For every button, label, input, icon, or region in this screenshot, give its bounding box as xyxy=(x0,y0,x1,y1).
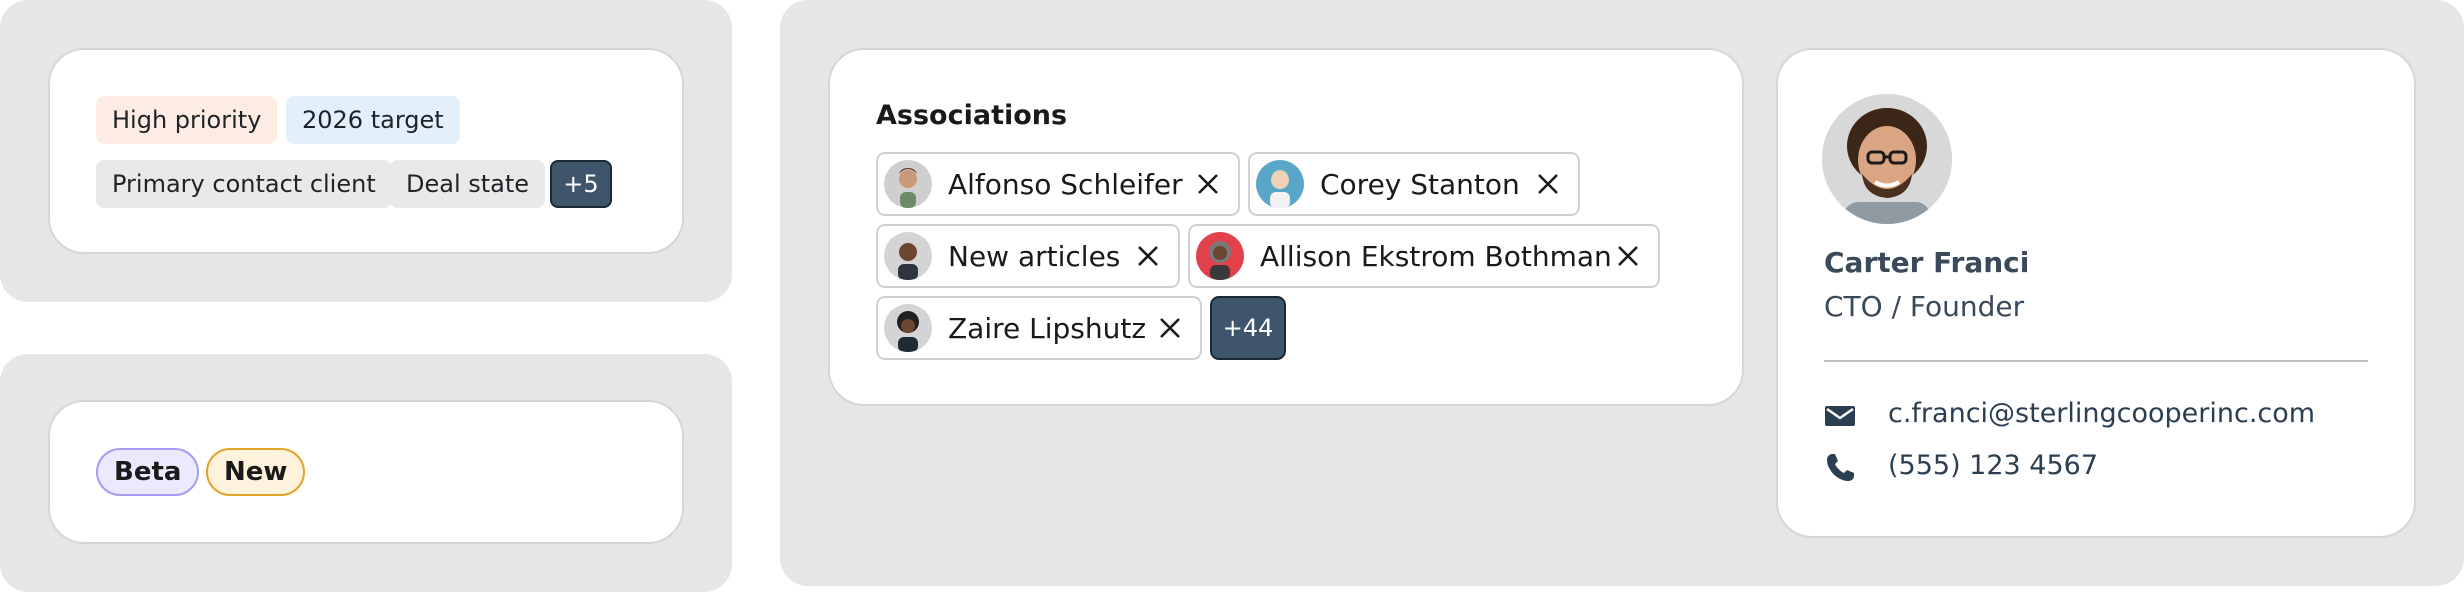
email-link[interactable]: c.franci@sterlingcooperinc.com xyxy=(1888,398,2315,429)
association-chip[interactable]: Corey Stanton xyxy=(1248,152,1580,216)
associations-more-badge[interactable]: +44 xyxy=(1210,296,1286,360)
association-chip[interactable]: New articles xyxy=(876,224,1180,288)
avatar xyxy=(884,232,932,280)
badge-new: New xyxy=(206,448,306,496)
association-chip[interactable]: Zaire Lipshutz xyxy=(876,296,1202,360)
contact-role: CTO / Founder xyxy=(1824,290,2025,323)
close-icon[interactable] xyxy=(1156,314,1184,342)
tag-deal-state[interactable]: Deal state xyxy=(390,160,546,208)
avatar xyxy=(1196,232,1244,280)
phone-link[interactable]: (555) 123 4567 xyxy=(1888,450,2098,481)
badge-beta: Beta xyxy=(96,448,200,496)
close-icon[interactable] xyxy=(1614,242,1642,270)
tag-high-priority[interactable]: High priority xyxy=(96,96,278,144)
divider xyxy=(1824,360,2368,362)
close-icon[interactable] xyxy=(1194,170,1222,198)
avatar xyxy=(884,160,932,208)
close-icon[interactable] xyxy=(1134,242,1162,270)
tags-more-badge[interactable]: +5 xyxy=(550,160,612,208)
envelope-icon xyxy=(1825,406,1855,426)
associations-title: Associations xyxy=(876,100,1068,131)
chip-label: Alfonso Schleifer xyxy=(948,167,1183,201)
chip-label: New articles xyxy=(948,239,1121,273)
chip-label: Corey Stanton xyxy=(1320,167,1520,201)
avatar xyxy=(884,304,932,352)
association-chip[interactable]: Alfonso Schleifer xyxy=(876,152,1240,216)
avatar xyxy=(1256,160,1304,208)
tags-card xyxy=(48,48,684,254)
profile-photo xyxy=(1822,94,1952,224)
close-icon[interactable] xyxy=(1534,170,1562,198)
tag-2026-target[interactable]: 2026 target xyxy=(286,96,460,144)
association-chip[interactable]: Allison Ekstrom Bothman xyxy=(1188,224,1660,288)
chip-label: Allison Ekstrom Bothman xyxy=(1260,239,1612,273)
chip-label: Zaire Lipshutz xyxy=(948,311,1147,345)
contact-name: Carter Franci xyxy=(1824,246,2030,279)
phone-icon xyxy=(1827,454,1854,481)
tag-primary-contact-client[interactable]: Primary contact client xyxy=(96,160,392,208)
